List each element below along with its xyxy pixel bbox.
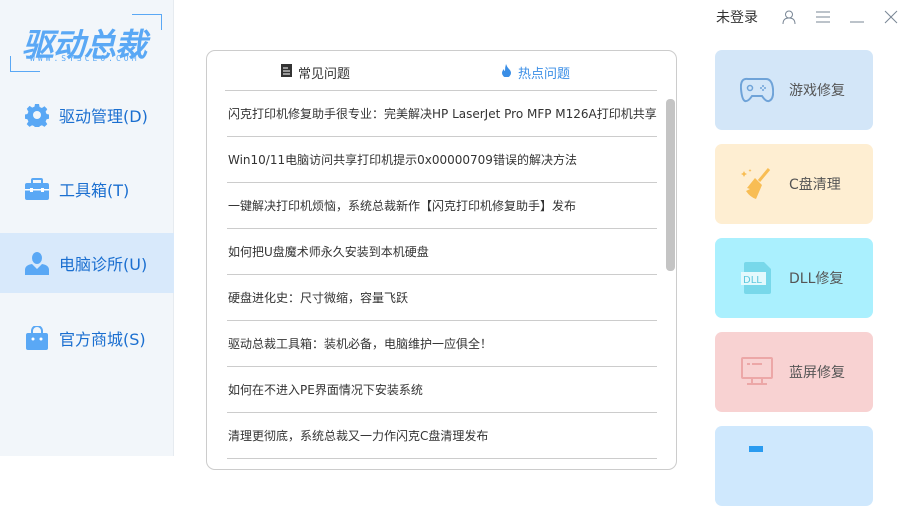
list-item[interactable]: 一键解决打印机烦恼，系统总裁新作【闪克打印机修复助手】发布 [227, 183, 657, 229]
monitor-icon [739, 354, 775, 390]
tool-card-button[interactable] [715, 426, 873, 506]
item-title: 硬盘进化史：尺寸微缩，容量飞跃 [228, 291, 409, 305]
bsod-repair-button[interactable]: 蓝屏修复 [715, 332, 873, 412]
list-item[interactable]: 驱动总裁工具箱：装机必备，电脑维护一应俱全！ [227, 321, 657, 367]
list-item[interactable]: Win10/11电脑访问共享打印机提示0x00000709错误的解决方法 [227, 137, 657, 183]
tab-label: 热点问题 [518, 67, 571, 82]
card-label: DLL修复 [789, 271, 844, 287]
sidebar-item-pc-clinic[interactable]: 电脑诊所(U) [0, 233, 174, 293]
tab-label: 常见问题 [298, 67, 351, 82]
sidebar-item-label: 官方商城(S) [59, 330, 146, 349]
c-drive-clean-button[interactable]: C盘清理 [715, 144, 873, 224]
tab-common-questions[interactable]: 常见问题 [281, 63, 350, 82]
game-repair-button[interactable]: 游戏修复 [715, 50, 873, 130]
gamepad-icon [739, 72, 775, 108]
gear-icon [24, 102, 50, 128]
card-label: 游戏修复 [789, 83, 845, 99]
sidebar-item-driver-management[interactable]: 驱动管理(D) [0, 85, 174, 145]
document-icon [281, 64, 292, 81]
login-link[interactable]: 未登录 [716, 7, 758, 27]
item-title: 驱动总裁工具箱：装机必备，电脑维护一应俱全！ [228, 337, 493, 351]
list-item[interactable]: 硬盘进化史：尺寸微缩，容量飞跃 [227, 275, 657, 321]
broom-icon [739, 166, 775, 202]
item-title: 闪克打印机修复助手很专业：完美解决HP LaserJet Pro MFP M12… [228, 107, 657, 121]
sidebar-item-label: 驱动管理(D) [59, 107, 148, 126]
list-item[interactable]: 清理更彻底，系统总裁又一力作闪克C盘清理发布 [227, 413, 657, 459]
sidebar-item-official-store[interactable]: 官方商城(S) [0, 308, 174, 368]
sidebar: 驱动总裁 WWW.SYSCEO.COM 驱动管理(D) 工具箱(T) 电脑诊所(… [0, 0, 174, 456]
list-item[interactable]: 如何把U盘魔术师永久安装到本机硬盘 [227, 229, 657, 275]
item-title: 一键解决打印机烦恼，系统总裁新作【闪克打印机修复助手】发布 [228, 199, 577, 213]
item-title: Win10/11电脑访问共享打印机提示0x00000709错误的解决方法 [228, 153, 577, 167]
card-label: 蓝屏修复 [789, 365, 845, 381]
menu-icon[interactable] [806, 11, 840, 23]
person-icon [24, 250, 50, 276]
tab-hot-questions[interactable]: 热点问题 [501, 63, 570, 82]
svg-text:DLL: DLL [743, 275, 762, 286]
close-icon[interactable] [874, 10, 908, 24]
dll-file-icon: DLL [739, 260, 775, 296]
user-icon[interactable] [772, 10, 806, 24]
item-title: 如何在不进入PE界面情况下安装系统 [228, 383, 423, 397]
card-label: C盘清理 [789, 177, 841, 193]
sidebar-item-label: 工具箱(T) [59, 181, 130, 200]
scrollbar[interactable] [666, 99, 675, 271]
logo-url: WWW.SYSCEO.COM [30, 54, 140, 63]
logo: 驱动总裁 WWW.SYSCEO.COM [10, 14, 162, 72]
list-item[interactable]: 如何在不进入PE界面情况下安装系统 [227, 367, 657, 413]
item-title: 清理更彻底，系统总裁又一力作闪克C盘清理发布 [228, 429, 489, 443]
dll-repair-button[interactable]: DLL DLL修复 [715, 238, 873, 318]
questions-panel: 常见问题 热点问题 闪克打印机修复助手很专业：完美解决HP LaserJet P… [206, 50, 677, 470]
sidebar-item-toolbox[interactable]: 工具箱(T) [0, 159, 174, 219]
tool-icon [749, 446, 763, 452]
shopping-bag-icon [24, 325, 50, 351]
flame-icon [501, 64, 512, 81]
toolbox-icon [24, 176, 50, 202]
minimize-icon[interactable] [840, 11, 874, 23]
item-title: 如何把U盘魔术师永久安装到本机硬盘 [228, 245, 429, 259]
list-item[interactable]: 闪克打印机修复助手很专业：完美解决HP LaserJet Pro MFP M12… [227, 91, 657, 137]
sidebar-item-label: 电脑诊所(U) [59, 255, 148, 274]
title-bar: 未登录 [716, 0, 912, 34]
